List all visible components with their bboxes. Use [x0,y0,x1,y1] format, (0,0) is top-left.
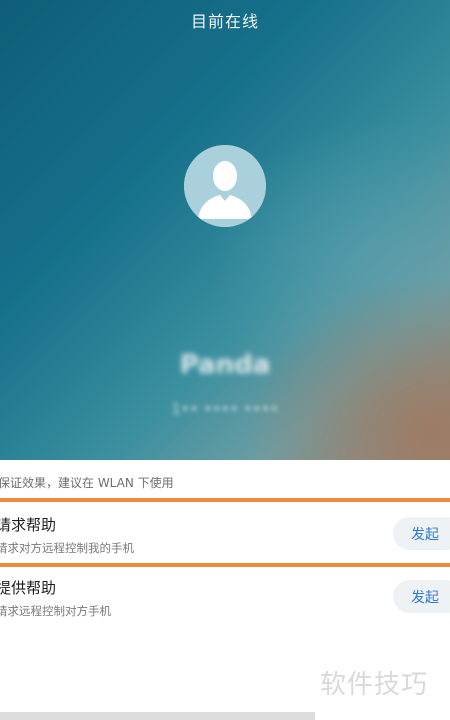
contact-id: 1•• •••• •••• [171,400,279,418]
bottom-bar [0,712,315,720]
provide-help-row[interactable]: 提供帮助 请求远程控制对方手机 发起 [0,567,450,627]
network-tip: 保证效果，建议在 WLAN 下使用 [0,460,450,501]
watermark: 软件技巧 [320,670,429,700]
request-help-start-button[interactable]: 发起 [393,517,450,550]
remote-assist-screen: 目前在线 Panda 1•• •••• •••• 保证效果，建议在 WLAN 下… [0,0,450,720]
request-help-row[interactable]: 请求帮助 请求对方远程控制我的手机 发起 [0,504,450,564]
highlight-line-top [0,498,450,502]
provide-help-start-button[interactable]: 发起 [393,580,450,613]
avatar [184,145,266,227]
contact-hero: 目前在线 Panda 1•• •••• •••• [0,0,450,460]
contact-name: Panda [179,350,271,380]
online-status-title: 目前在线 [190,12,259,31]
request-help-subtitle: 请求对方远程控制我的手机 [0,541,134,555]
person-silhouette-icon [184,145,266,227]
network-tip-text: 保证效果，建议在 WLAN 下使用 [0,476,174,490]
provide-help-title: 提供帮助 [0,579,57,597]
request-help-title: 请求帮助 [0,516,57,534]
provide-help-subtitle: 请求远程控制对方手机 [0,604,111,618]
